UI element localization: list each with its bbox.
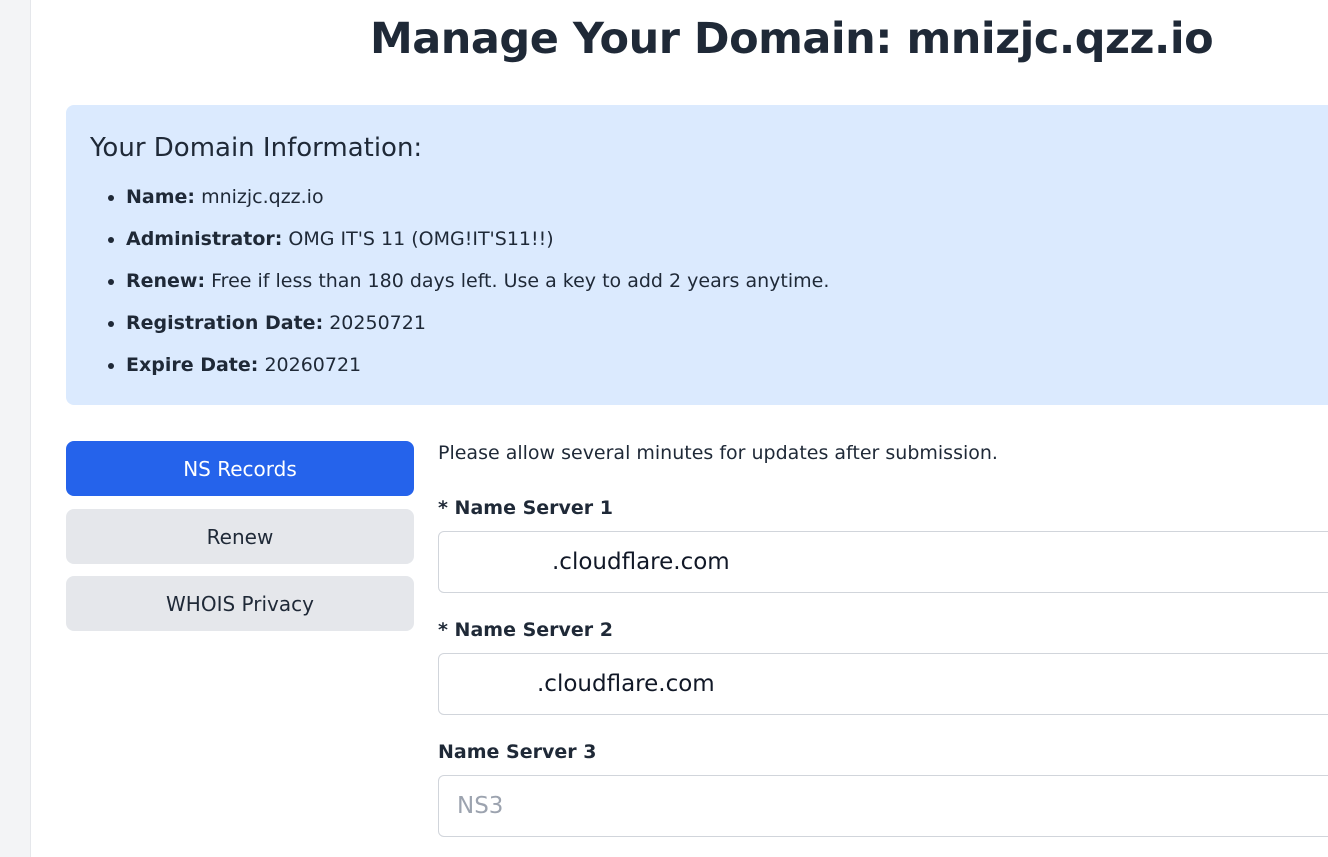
domain-info-list: Name: mnizjc.qzz.io Administrator: OMG I…: [104, 183, 829, 393]
info-item-registration-date: Registration Date: 20250721: [126, 309, 829, 351]
info-value-expire-date: 20260721: [264, 354, 362, 376]
info-value-administrator: OMG IT'S 11 (OMG!IT'S11!!): [288, 228, 554, 250]
info-item-name: Name: mnizjc.qzz.io: [126, 183, 829, 225]
domain-info-heading: Your Domain Information:: [90, 133, 423, 163]
name-server-1-input[interactable]: [438, 531, 1328, 593]
info-item-expire-date: Expire Date: 20260721: [126, 351, 829, 393]
name-server-1-label: * Name Server 1: [438, 497, 613, 519]
name-server-2-label: * Name Server 2: [438, 619, 613, 641]
info-item-administrator: Administrator: OMG IT'S 11 (OMG!IT'S11!!…: [126, 225, 829, 267]
info-item-renew: Renew: Free if less than 180 days left. …: [126, 267, 829, 309]
info-value-renew: Free if less than 180 days left. Use a k…: [211, 270, 830, 292]
info-label-administrator: Administrator:: [126, 228, 283, 250]
tab-ns-records[interactable]: NS Records: [66, 441, 414, 496]
name-server-3-input[interactable]: [438, 775, 1328, 837]
page-title: Manage Your Domain: mnizjc.qzz.io: [370, 14, 1214, 64]
name-server-2-input[interactable]: [438, 653, 1328, 715]
info-label-registration-date: Registration Date:: [126, 312, 324, 334]
info-label-expire-date: Expire Date:: [126, 354, 259, 376]
info-label-renew: Renew:: [126, 270, 206, 292]
tab-whois-privacy[interactable]: WHOIS Privacy: [66, 576, 414, 631]
info-value-name: mnizjc.qzz.io: [201, 186, 324, 208]
info-value-registration-date: 20250721: [329, 312, 426, 334]
update-notice: Please allow several minutes for updates…: [438, 442, 998, 464]
info-label-name: Name:: [126, 186, 196, 208]
name-server-3-label: Name Server 3: [438, 741, 597, 763]
left-edge-strip: [0, 0, 31, 857]
domain-info-panel: Your Domain Information: Name: mnizjc.qz…: [66, 105, 1328, 405]
tab-renew[interactable]: Renew: [66, 509, 414, 564]
